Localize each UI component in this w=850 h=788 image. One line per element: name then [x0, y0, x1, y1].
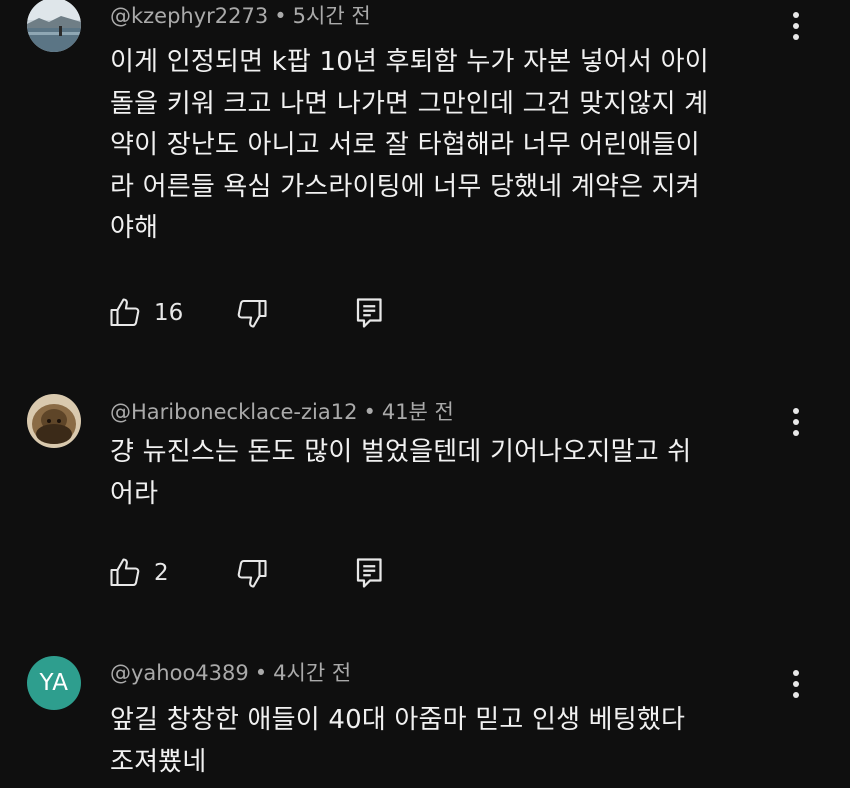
avatar-landscape-image [27, 0, 81, 52]
comment-meta: @Haribonecklace-zia12 • 41분 전 [110, 398, 454, 426]
comment-line: 앞길 창창한 애들이 40대 아줌마 믿고 인생 베팅했다 [110, 705, 686, 735]
comment-time: 4시간 전 [273, 661, 352, 685]
comment-time: 41분 전 [381, 400, 454, 424]
comment-2: @Haribonecklace-zia12 • 41분 전 걍 뉴진스는 돈도 많이… [0, 390, 850, 620]
reply-icon [356, 558, 382, 588]
more-vert-icon-dot [793, 681, 799, 687]
meta-separator: • [363, 400, 376, 424]
reply-button[interactable] [352, 293, 392, 333]
more-vert-icon-dot [793, 670, 799, 676]
comment-line: 조져뿄네 [110, 746, 207, 777]
thumbs-down-icon [237, 299, 267, 328]
reply-icon [356, 298, 382, 328]
comment-text: 앞길 창창한 애들이 40대 아줌마 믿고 인생 베팅했다 조져뿄네 [110, 700, 790, 783]
comment-meta: @yahoo4389 • 4시간 전 [110, 659, 351, 687]
author-name[interactable]: @kzephyr2273 [110, 4, 268, 28]
reply-button[interactable] [352, 553, 392, 593]
comment-meta: @kzephyr2273 • 5시간 전 [110, 2, 371, 30]
dislike-button[interactable] [234, 553, 274, 593]
comment-line: 약이 장난도 아니고 서로 잘 타협해라 너무 어린애들이 [110, 130, 700, 160]
more-vert-icon-dot [793, 23, 799, 29]
avatar[interactable] [27, 394, 81, 448]
more-vert-icon-dot [793, 419, 799, 425]
comment-text: 걍 뉴진스는 돈도 많이 벌었을텐데 기어나오지말고 쉬 어라 [110, 432, 790, 515]
avatar[interactable] [27, 0, 81, 52]
avatar[interactable]: YA [27, 656, 81, 710]
thumbs-up-icon [110, 558, 140, 587]
thumbs-down-icon [237, 559, 267, 588]
more-vert-icon-dot [793, 12, 799, 18]
comment-line: 걍 뉴진스는 돈도 많이 벌었을텐데 기어나오지말고 쉬 [110, 437, 692, 467]
comment-3: YA @yahoo4389 • 4시간 전 앞길 창창한 애들이 40대 아줌마 믿… [0, 650, 850, 788]
comment-1: @kzephyr2273 • 5시간 전 이게 인정되면 k팝 10년 후퇴함 누가… [0, 0, 850, 370]
comment-line: 라 어른들 욕심 가스라이팅에 너무 당했네 계약은 지켜 [110, 171, 700, 202]
thumbs-up-icon [110, 298, 140, 327]
more-options-button[interactable] [782, 4, 810, 44]
meta-separator: • [274, 4, 287, 28]
more-vert-icon-dot [793, 34, 799, 40]
more-vert-icon-dot [793, 692, 799, 698]
comment-line: 이게 인정되면 k팝 10년 후퇴함 누가 자본 넣어서 아이 [110, 47, 709, 77]
avatar-profile-image [27, 394, 81, 448]
more-options-button[interactable] [782, 662, 810, 702]
more-vert-icon-dot [793, 408, 799, 414]
comment-line: 어라 [110, 478, 159, 509]
comment-text: 이게 인정되면 k팝 10년 후퇴함 누가 자본 넣어서 아이 돌을 키워 크고… [110, 42, 790, 250]
dislike-button[interactable] [234, 293, 274, 333]
meta-separator: • [254, 661, 268, 685]
comment-time: 5시간 전 [292, 4, 371, 28]
like-count: 2 [154, 560, 169, 586]
author-name[interactable]: @Haribonecklace-zia12 [110, 400, 357, 424]
comment-line: 돌을 키워 크고 나면 나가면 그만인데 그건 맞지않지 계 [110, 88, 709, 119]
author-name[interactable]: @yahoo4389 [110, 661, 249, 685]
more-vert-icon-dot [793, 430, 799, 436]
like-button[interactable]: 2 [107, 553, 187, 593]
like-button[interactable]: 16 [107, 293, 187, 333]
like-count: 16 [154, 300, 184, 326]
comment-line: 야해 [110, 213, 159, 243]
